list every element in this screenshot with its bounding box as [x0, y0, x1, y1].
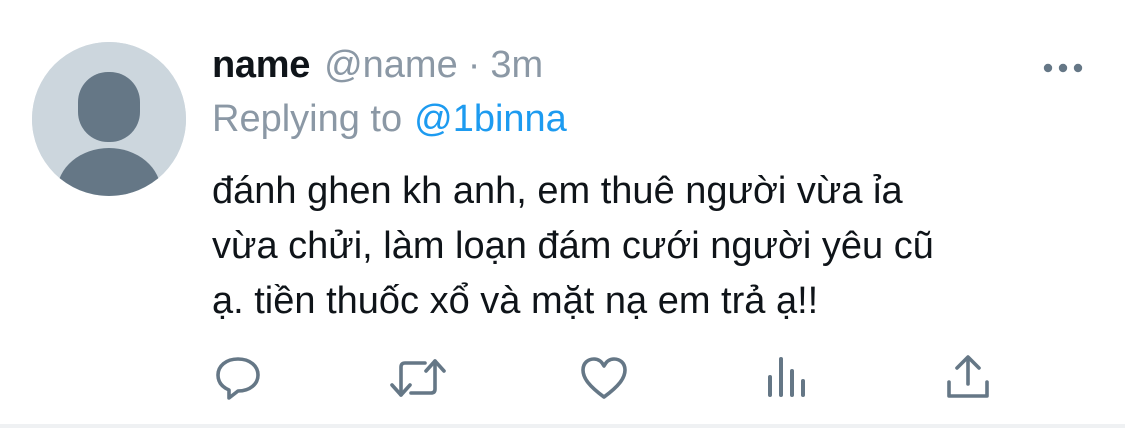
retweet-icon	[390, 359, 446, 397]
author-handle[interactable]: @name	[324, 44, 458, 87]
share-button[interactable]	[942, 352, 994, 404]
more-dots-icon	[1043, 63, 1083, 73]
replying-to: Replying to @1binna	[212, 98, 567, 141]
replying-label: Replying to	[212, 98, 403, 140]
analytics-button[interactable]	[760, 352, 812, 404]
more-options-button[interactable]	[1041, 56, 1085, 80]
timestamp[interactable]: 3m	[490, 44, 543, 87]
share-icon	[947, 355, 989, 398]
speech-bubble-icon	[216, 357, 260, 400]
default-profile-icon	[32, 42, 186, 196]
author-name[interactable]: name	[212, 44, 310, 87]
reply-button[interactable]	[212, 352, 264, 404]
tweet-text: đánh ghen kh anh, em thuê người vừa ỉa v…	[212, 170, 934, 322]
bar-chart-icon	[768, 357, 805, 397]
retweet-button[interactable]	[388, 352, 448, 404]
like-button[interactable]	[578, 352, 630, 404]
avatar[interactable]	[32, 42, 186, 196]
heart-icon	[581, 357, 627, 399]
tweet-card[interactable]: name @name · 3m Replying to @1binna đánh …	[0, 0, 1125, 428]
divider	[0, 424, 1125, 428]
tweet-actions	[212, 352, 1002, 408]
tweet-header: name @name · 3m	[212, 44, 543, 94]
separator-dot: ·	[467, 44, 481, 86]
replying-mention-link[interactable]: @1binna	[414, 98, 567, 140]
